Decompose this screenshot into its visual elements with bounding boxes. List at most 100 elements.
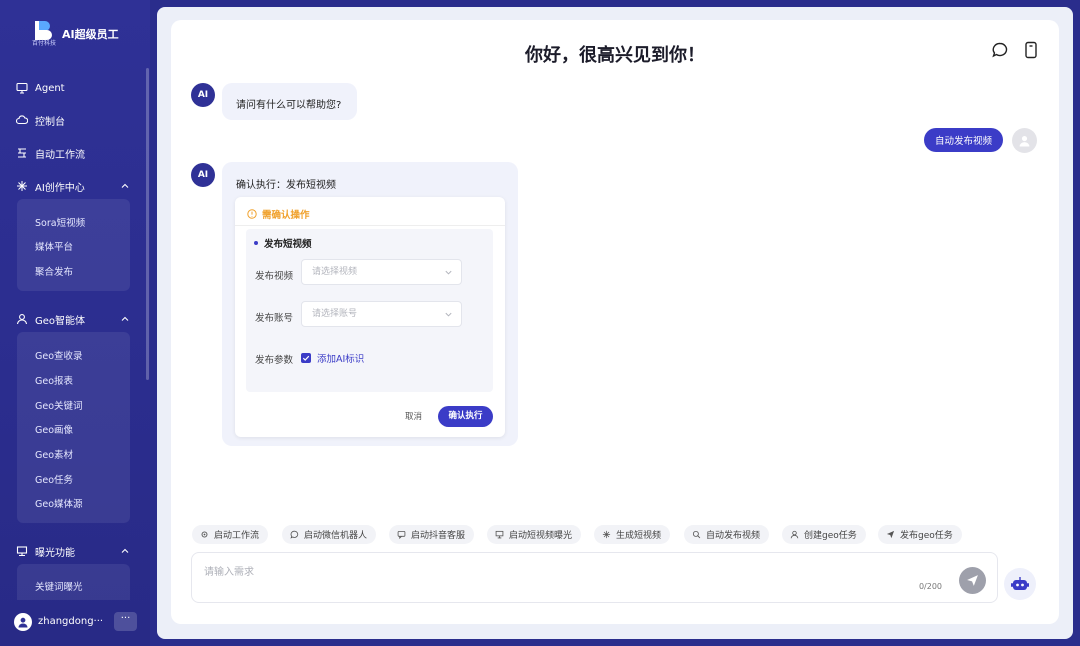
quick-action-label: 启动抖音客服 <box>411 531 466 541</box>
workflow-icon <box>16 147 28 159</box>
store-icon <box>495 530 504 539</box>
robot-icon <box>1011 577 1029 590</box>
quick-action-wechat-bot[interactable]: 启动微信机器人 <box>282 525 377 544</box>
user-icon <box>16 313 28 325</box>
tablet-icon[interactable] <box>1022 41 1040 59</box>
chat-card: 你好，很高兴见到你！ AI 请问有什么可以帮助您? 自动发布视频 AI 确认执行… <box>171 20 1059 624</box>
sidebar-item-ai-center[interactable]: AI创作中心 <box>16 177 136 195</box>
bullet-dot <box>254 241 258 245</box>
main-panel: 你好，很高兴见到你！ AI 请问有什么可以帮助您? 自动发布视频 AI 确认执行… <box>157 7 1073 639</box>
quick-action-create-geo-task[interactable]: 创建geo任务 <box>782 525 866 544</box>
brand-logo[interactable]: 百付科技 AI超级员工 <box>30 18 140 48</box>
quick-action-label: 发布geo任务 <box>900 531 953 541</box>
sidebar-item-workflow[interactable]: 自动工作流 <box>16 144 136 162</box>
quick-action-label: 启动微信机器人 <box>304 531 368 541</box>
char-counter: 0/200 <box>918 582 942 591</box>
sub-item-geo-profile[interactable]: Geo画像 <box>35 422 73 436</box>
sub-item-sora[interactable]: Sora短视频 <box>35 215 85 229</box>
sub-item-geo-keywords[interactable]: Geo关键词 <box>35 398 83 412</box>
ai-greeting-text: 请问有什么可以帮助您? <box>236 100 342 111</box>
user-profile[interactable]: zhangdong··· ··· <box>14 612 140 632</box>
ai-greeting-bubble: 请问有什么可以帮助您? <box>222 83 357 120</box>
search-icon <box>692 530 701 539</box>
divider <box>235 225 505 226</box>
user-name: zhangdong··· <box>38 616 104 627</box>
video-select[interactable]: 请选择视频 <box>301 259 462 285</box>
user-icon <box>790 530 799 539</box>
form-section-title: 发布短视频 <box>254 236 312 250</box>
quick-action-label: 自动发布视频 <box>706 531 761 541</box>
chat-bubble-icon[interactable] <box>991 41 1009 59</box>
sub-item-aggregate-publish[interactable]: 聚合发布 <box>35 264 73 278</box>
sidebar-item-exposure[interactable]: 曝光功能 <box>16 542 136 560</box>
sidebar-item-label: 控制台 <box>35 116 65 128</box>
sub-item-geo-report[interactable]: Geo报表 <box>35 373 73 387</box>
sidebar-item-label: 曝光功能 <box>35 547 75 559</box>
confirm-heading: 确认执行：发布短视频 <box>236 180 336 191</box>
sub-item-geo-media-source[interactable]: Geo媒体源 <box>35 496 83 510</box>
quick-actions-bar: 启动工作流 启动微信机器人 启动抖音客服 启动短视频曝光 生成短视频 自动发布视… <box>192 525 1032 545</box>
message-input[interactable] <box>204 563 904 583</box>
user-message-bubble: 自动发布视频 <box>924 128 1004 152</box>
chevron-down-icon <box>445 312 452 317</box>
sub-item-geo-material[interactable]: Geo素材 <box>35 447 73 461</box>
chevron-up-icon <box>121 316 129 321</box>
chevron-down-icon <box>445 270 452 275</box>
sidebar-item-console[interactable]: 控制台 <box>16 111 136 129</box>
exposure-submenu: 关键词曝光 <box>17 564 130 600</box>
publish-form: 发布短视频 发布视频 请选择视频 发布账号 请选择账号 发布参数 添加AI标识 <box>246 229 493 392</box>
form-section-title-text: 发布短视频 <box>264 239 312 250</box>
warning-row: 需确认操作 <box>247 207 310 221</box>
quick-action-label: 生成短视频 <box>616 531 662 541</box>
chat-icon <box>290 530 299 539</box>
quick-action-publish-geo-task[interactable]: 发布geo任务 <box>878 525 962 544</box>
chevron-up-icon <box>121 548 129 553</box>
sidebar-item-label: Geo智能体 <box>35 315 86 327</box>
account-label: 发布账号 <box>255 313 294 324</box>
sub-item-geo-task[interactable]: Geo任务 <box>35 472 73 486</box>
gear-icon <box>201 531 208 538</box>
ai-confirm-bubble: 确认执行：发布短视频 需确认操作 发布短视频 发布视频 请选择视频 发布账号 请… <box>222 162 518 446</box>
quick-action-start-workflow[interactable]: 启动工作流 <box>192 525 269 544</box>
quick-action-label: 创建geo任务 <box>804 531 857 541</box>
geo-submenu: Geo查收录 Geo报表 Geo关键词 Geo画像 Geo素材 Geo任务 Ge… <box>17 332 130 523</box>
send-icon <box>886 530 895 539</box>
message-icon <box>397 530 406 539</box>
store-icon <box>16 545 28 557</box>
sparkle-icon <box>602 530 611 539</box>
brand-subtitle: 百付科技 <box>32 40 57 47</box>
account-select[interactable]: 请选择账号 <box>301 301 462 327</box>
ai-avatar: AI <box>191 163 215 187</box>
sub-item-geo-index[interactable]: Geo查收录 <box>35 348 83 362</box>
sidebar-item-geo[interactable]: Geo智能体 <box>16 310 136 328</box>
assistant-robot-button[interactable] <box>1004 568 1036 600</box>
checkbox-checked-icon <box>301 353 311 363</box>
send-icon <box>967 575 978 586</box>
user-avatar <box>1012 128 1037 153</box>
sidebar-item-label: 自动工作流 <box>35 149 85 161</box>
quick-action-auto-publish[interactable]: 自动发布视频 <box>684 525 770 544</box>
page-title: 你好，很高兴见到你！ <box>525 45 705 66</box>
cloud-icon <box>16 114 28 126</box>
quick-action-short-video-exposure[interactable]: 启动短视频曝光 <box>487 525 582 544</box>
sidebar-item-agent[interactable]: Agent <box>16 79 136 97</box>
confirm-dialog: 需确认操作 发布短视频 发布视频 请选择视频 发布账号 请选择账号 发布参数 添… <box>235 197 505 437</box>
sidebar-scrollbar[interactable] <box>146 68 149 380</box>
warning-text: 需确认操作 <box>262 210 310 221</box>
message-input-box: 0/200 <box>191 552 998 603</box>
sub-item-media-platform[interactable]: 媒体平台 <box>35 239 73 253</box>
sidebar-item-label: AI创作中心 <box>35 182 85 194</box>
send-button[interactable] <box>959 567 986 594</box>
chevron-up-icon <box>121 183 129 188</box>
sidebar-item-label: Agent <box>35 82 65 94</box>
quick-action-label: 启动短视频曝光 <box>509 531 573 541</box>
ai-mark-checkbox[interactable]: 添加AI标识 <box>301 351 364 365</box>
confirm-execute-button[interactable]: 确认执行 <box>438 406 493 427</box>
ai-avatar: AI <box>191 83 215 107</box>
more-button[interactable]: ··· <box>114 612 137 631</box>
sub-item-keyword-exposure[interactable]: 关键词曝光 <box>35 579 83 593</box>
quick-action-label: 启动工作流 <box>214 531 260 541</box>
cancel-button[interactable]: 取消 <box>405 410 422 422</box>
quick-action-generate-video[interactable]: 生成短视频 <box>594 525 671 544</box>
quick-action-douyin-service[interactable]: 启动抖音客服 <box>389 525 475 544</box>
